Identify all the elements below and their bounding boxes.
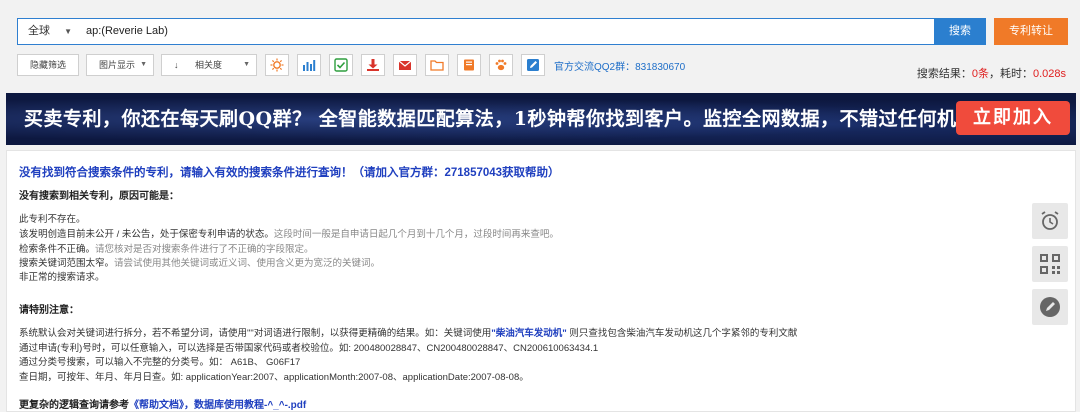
search-input[interactable]: ap:(Reverie Lab) xyxy=(86,19,168,44)
reason-item: 该发明创造目前未公开 / 未公告，处于保密专利申请的状态。这段时间一般是自申请日… xyxy=(19,229,559,240)
qq-group-link[interactable]: 官方交流QQ2群：831830670 xyxy=(554,58,685,73)
time-label: ，耗时： xyxy=(988,68,1033,80)
reason-item: 非正常的搜索请求。 xyxy=(19,272,105,283)
result-label: 搜索结果： xyxy=(916,68,972,80)
paw-icon xyxy=(495,59,507,71)
no-result-headline: 没有找到符合搜索条件的专利，请输入有效的搜索条件进行查询！（请加入官方群：271… xyxy=(19,167,560,179)
image-display-select[interactable]: 图片显示 ▼ xyxy=(86,54,154,76)
book-button[interactable] xyxy=(457,54,481,76)
elapsed-time: 0.028s xyxy=(1032,68,1066,80)
bar-chart-icon xyxy=(303,60,316,71)
tips-title: 请特别注意： xyxy=(19,305,79,316)
tutorial-link[interactable]: ，数据库使用教程-^_^-.pdf xyxy=(184,400,306,411)
feedback-button[interactable] xyxy=(1032,289,1068,325)
help-doc-link[interactable]: 《帮助文档》 xyxy=(129,400,184,411)
scope-select[interactable]: 全球 ▼ xyxy=(18,19,80,44)
select-button[interactable] xyxy=(329,54,353,76)
edit-button[interactable] xyxy=(521,54,545,76)
chart-button[interactable] xyxy=(297,54,321,76)
search-toolbar-area: 全球 ▼ ap:(Reverie Lab) 搜索 专利转让 隐藏筛选 图片显示 … xyxy=(0,0,1080,92)
tip-item: 通过分类号搜索，可以输入不完整的分类号。如： A61B、 G06F17 xyxy=(19,357,301,368)
tip-item: 通过申请(专利)号时，可以任意输入，可以选择是否带国家代码或者校验位。如: 20… xyxy=(19,343,599,354)
search-button[interactable]: 搜索 xyxy=(934,18,986,45)
edit-icon xyxy=(527,59,539,71)
reason-item: 检索条件不正确。请您核对是否对搜索条件进行了不正确的字段限定。 xyxy=(19,244,314,255)
reason-item: 搜索关键词范围太窄。请尝试使用其他关键词或近义词、使用含义更为宽泛的关键词。 xyxy=(19,258,381,269)
image-display-label: 图片显示 xyxy=(99,60,136,70)
more-help: 更复杂的逻辑查询请参考《帮助文档》，数据库使用教程-^_^-.pdf xyxy=(19,400,307,411)
promo-banner[interactable]: 买卖专利，你还在每天刷QQ群？ 全智能数据匹配算法，1秒钟帮你找到客户。监控全网… xyxy=(6,93,1076,145)
book-icon xyxy=(464,59,474,71)
no-result-panel: 没有找到符合搜索条件的专利，请输入有效的搜索条件进行查询！（请加入官方群：271… xyxy=(6,150,1076,412)
result-stats: 搜索结果：0条，耗时：0.028s xyxy=(917,65,1066,81)
edit-icon xyxy=(1040,297,1060,317)
email-button[interactable] xyxy=(393,54,417,76)
chevron-down-icon: ▼ xyxy=(140,61,147,68)
reason-item: 此专利不存在。 xyxy=(19,214,86,225)
chevron-down-icon: ▼ xyxy=(243,61,250,68)
patent-transfer-button[interactable]: 专利转让 xyxy=(994,18,1068,45)
scope-label: 全球 xyxy=(28,25,50,37)
sun-icon xyxy=(270,58,284,72)
tip-item: 系统默认会对关键词进行拆分，若不希望分词，请使用""对词语进行限制，以获得更精确… xyxy=(19,328,798,339)
download-icon xyxy=(367,59,379,71)
join-now-button[interactable]: 立即加入 xyxy=(956,101,1070,135)
banner-text: 买卖专利，你还在每天刷QQ群？ 全智能数据匹配算法，1秒钟帮你找到客户。监控全网… xyxy=(24,108,996,130)
email-icon xyxy=(398,60,412,70)
paw-button[interactable] xyxy=(489,54,513,76)
alarm-icon xyxy=(1041,211,1059,230)
folder-button[interactable] xyxy=(425,54,449,76)
reasons-title: 没有搜索到相关专利，原因可能是： xyxy=(19,191,179,202)
alarm-button[interactable] xyxy=(1032,203,1068,239)
sort-arrow-icon: ↓ xyxy=(174,60,179,70)
folder-icon xyxy=(430,60,444,71)
check-icon xyxy=(334,58,348,72)
sun-icon-button[interactable] xyxy=(265,54,289,76)
sort-select[interactable]: ↓ 相关度 ▼ xyxy=(161,54,257,76)
qr-code-icon xyxy=(1040,254,1060,274)
search-box: 全球 ▼ ap:(Reverie Lab) xyxy=(17,18,935,45)
hide-filter-button[interactable]: 隐藏筛选 xyxy=(17,54,79,76)
sort-label: 相关度 xyxy=(195,60,223,70)
chevron-down-icon: ▼ xyxy=(64,27,72,36)
download-button[interactable] xyxy=(361,54,385,76)
qr-code-button[interactable] xyxy=(1032,246,1068,282)
tip-item: 查日期，可按年、年月、年月日查。如: applicationYear:2007、… xyxy=(19,372,529,383)
result-count: 0条 xyxy=(971,68,989,80)
